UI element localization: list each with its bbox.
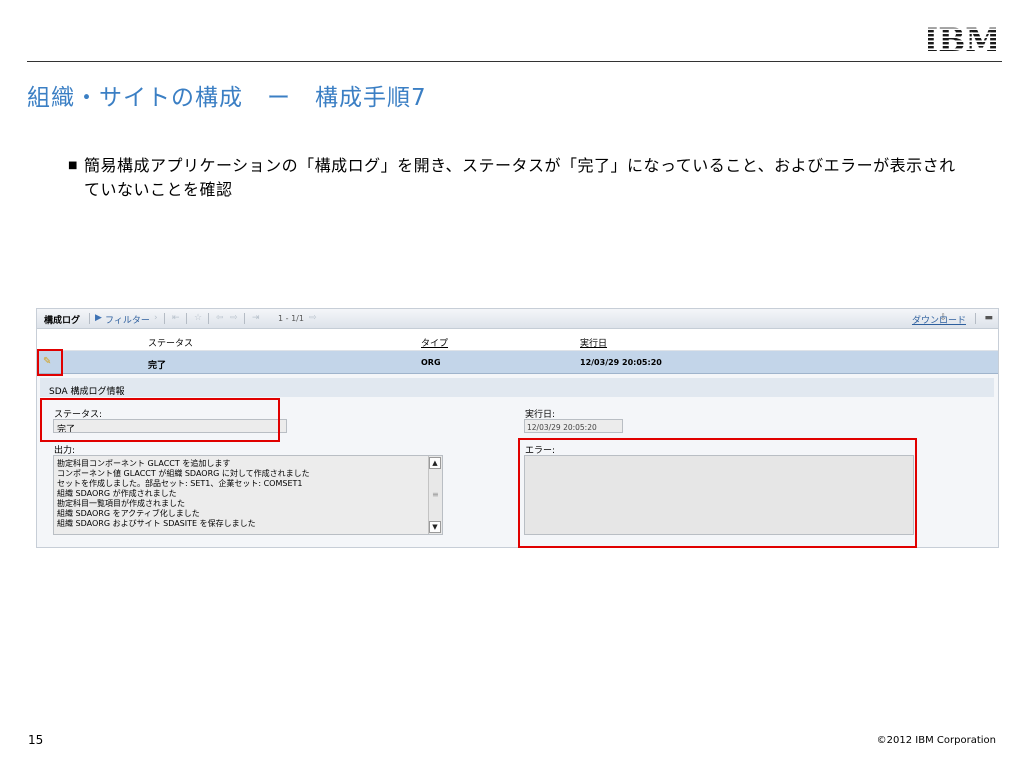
scroll-down-icon[interactable]: ▼ xyxy=(429,521,441,533)
toolbar-separator xyxy=(208,313,209,324)
ibm-logo: IBM xyxy=(928,22,996,56)
toolbar: 構成ログ ▶ フィルター › ⇤ ☆ ⇦ ⇨ ⇥ 1 - 1/1 ⇨ ⇩ ダウン… xyxy=(37,309,998,329)
toolbar-separator xyxy=(164,313,165,324)
scroll-up-icon[interactable]: ▲ xyxy=(429,457,441,469)
toolbar-separator xyxy=(244,313,245,324)
highlight-error xyxy=(518,438,917,548)
output-line: 組織 SDAORG およびサイト SDASITE を保存しました xyxy=(57,519,256,528)
bookmark-icon[interactable]: ☆ xyxy=(194,313,202,323)
record-count: 1 - 1/1 xyxy=(278,314,304,323)
output-textarea[interactable]: 勘定科目コンポーネント GLACCT を追加します コンポーネント値 GLACC… xyxy=(53,455,443,535)
previous-page-icon[interactable]: ⇦ xyxy=(216,313,224,323)
slide-title: 組織・サイトの構成 ー 構成手順7 xyxy=(27,85,427,111)
first-page-icon[interactable]: ⇤ xyxy=(172,313,180,323)
filter-toggle-icon[interactable]: ▶ xyxy=(95,313,102,323)
row-type: ORG xyxy=(421,358,441,367)
column-date[interactable]: 実行日 xyxy=(580,336,607,349)
menu-icon[interactable]: ▬ xyxy=(984,313,993,323)
detail-header-title: SDA 構成ログ情報 xyxy=(49,387,125,397)
download-link[interactable]: ダウンロード xyxy=(912,313,966,326)
bullet-marker-icon: ■ xyxy=(68,160,78,171)
column-type[interactable]: タイプ xyxy=(421,336,448,349)
copyright: ©2012 IBM Corporation xyxy=(876,735,996,746)
next-set-icon[interactable]: ⇨ xyxy=(309,313,317,323)
instruction-bullet: ■ 簡易構成アプリケーションの「構成ログ」を開き、ステータスが「完了」になってい… xyxy=(68,154,964,202)
filter-button[interactable]: フィルター xyxy=(105,313,150,326)
highlight-edit-icon xyxy=(37,349,63,376)
page-number: 15 xyxy=(28,733,44,747)
instruction-text: 簡易構成アプリケーションの「構成ログ」を開き、ステータスが「完了」になっているこ… xyxy=(84,156,956,199)
execution-date-field[interactable]: 12/03/29 20:05:20 xyxy=(524,419,623,433)
clear-filter-icon[interactable]: › xyxy=(154,313,158,323)
row-status: 完了 xyxy=(148,361,167,371)
title-divider xyxy=(27,61,1002,62)
toolbar-separator xyxy=(89,313,90,324)
toolbar-separator xyxy=(975,313,976,324)
toolbar-separator xyxy=(186,313,187,324)
scroll-grip-icon[interactable]: ≡ xyxy=(432,490,439,499)
table-row[interactable]: ✎ 完了 ORG 12/03/29 20:05:20 xyxy=(37,351,998,374)
detail-header: SDA 構成ログ情報 xyxy=(40,378,994,397)
next-page-icon[interactable]: ⇨ xyxy=(230,313,238,323)
highlight-status xyxy=(40,398,280,442)
table-header: ステータス タイプ 実行日 xyxy=(37,329,998,351)
last-page-icon[interactable]: ⇥ xyxy=(252,313,260,323)
row-date: 12/03/29 20:05:20 xyxy=(580,358,662,367)
output-scrollbar[interactable]: ▲ ≡ ▼ xyxy=(428,456,442,534)
toolbar-title: 構成ログ xyxy=(44,316,81,326)
svg-text:IBM: IBM xyxy=(928,22,996,56)
column-status[interactable]: ステータス xyxy=(148,336,193,349)
